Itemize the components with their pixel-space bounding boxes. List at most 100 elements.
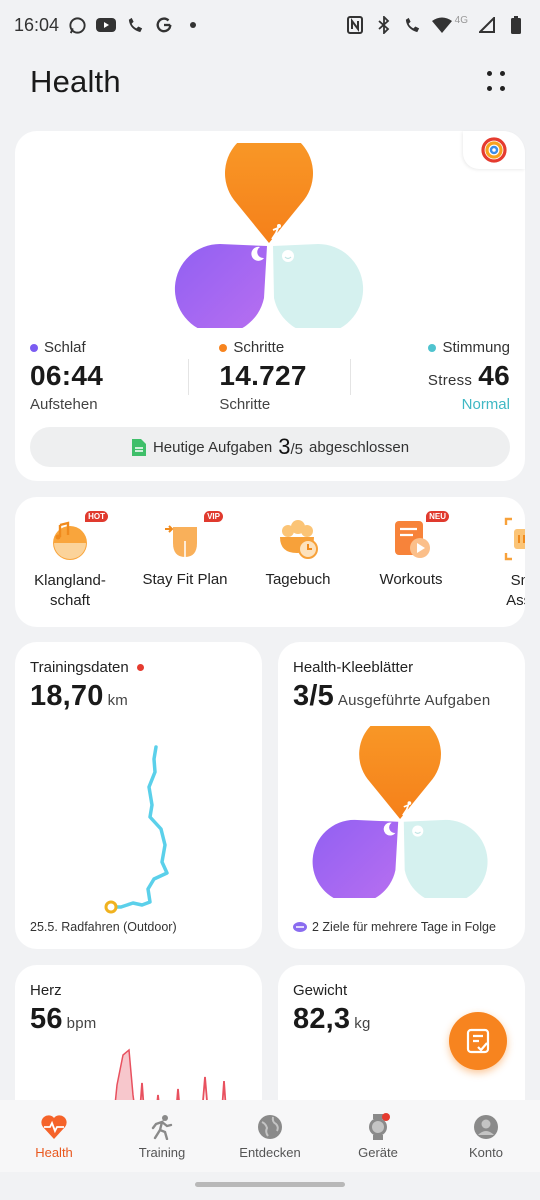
mood-sub: Normal [461,396,510,413]
service-label: Tagebuch [265,571,331,588]
health-clover-card[interactable]: Health-Kleeblätter 3/5 Ausgeführte Aufgab… [278,642,525,949]
smile-icon [282,250,294,262]
account-icon [472,1113,500,1141]
nav-account[interactable]: Konto [432,1100,540,1172]
nav-devices[interactable]: Geräte [324,1100,432,1172]
service-stay-fit[interactable]: VIP Stay Fit Plan [130,511,240,588]
google-icon [154,15,174,35]
wifi-call-icon [125,15,145,35]
home-indicator[interactable] [195,1182,345,1187]
battery-icon [506,15,526,35]
training-card[interactable]: Trainingsdaten 18,70 km 25.5. Radfahren (… [15,642,262,949]
nav-health[interactable]: Health [0,1100,108,1172]
stat-divider [350,359,351,395]
clover-unit: Ausgeführte Aufgaben [337,692,491,709]
mood-dot [428,343,437,352]
nav-label: Konto [469,1144,503,1160]
more-menu-icon[interactable] [482,68,510,96]
tasks-done: 3 [278,434,291,459]
training-unit: km [107,692,128,709]
sleep-stat[interactable]: Schlaf 06:44 Aufstehen [30,339,175,413]
nav-label: Geräte [358,1144,398,1160]
status-time: 16:04 [14,14,60,35]
weight-unit: kg [354,1015,371,1032]
service-snap-assistant[interactable]: Sna Assis [469,515,525,611]
tasks-suffix: abgeschlossen [308,438,410,456]
steps-label: Schritte [233,339,285,356]
steps-dot [219,343,228,352]
clover-title: Health-Kleeblätter [293,659,414,676]
services-card: HOT Klangland- schaft VIP Stay Fit Plan … [15,497,525,627]
sleep-dot [30,343,38,352]
app-header: Health [0,50,540,114]
edit-list-icon [466,1028,490,1054]
runner-icon [148,1113,176,1141]
steps-stat[interactable]: Schritte 14.727 Schritte [175,339,364,413]
service-label: Stay Fit Plan [142,571,228,588]
nav-label: Health [35,1144,73,1160]
goals-icon [293,922,307,932]
health-summary-card[interactable]: Schlaf 06:44 Aufstehen Schritte 14.727 S… [15,131,525,481]
stat-divider [188,359,189,395]
tasks-total: /5 [290,441,303,458]
stress-prefix: Stress [427,372,473,389]
status-bar: 16:04 4G [0,0,540,50]
nav-label: Training [138,1144,186,1160]
health-clover[interactable] [170,143,370,328]
document-icon [131,438,146,456]
training-value: 18,70 [30,680,104,712]
sleep-value: 06:44 [30,360,104,391]
bluetooth-icon [374,15,394,35]
sleep-sub: Aufstehen [30,396,98,413]
network-label: 4G [454,14,468,26]
wifi-call-icon [403,15,423,35]
training-title: Trainingsdaten [30,659,129,676]
service-diary[interactable]: Tagebuch [243,515,353,588]
heart-icon [40,1113,68,1141]
service-label: Workouts [379,571,443,588]
youtube-icon [96,15,117,35]
bottom-nav: Health Training Entdecken Geräte Konto [0,1100,540,1172]
sleep-label: Schlaf [44,339,86,356]
diary-icon [274,515,322,563]
edit-cards-button[interactable] [449,1012,507,1070]
nav-label: Entdecken [239,1144,301,1160]
soundscape-icon: HOT [46,511,108,563]
heart-value: 56 [30,1003,63,1035]
service-soundscape[interactable]: HOT Klangland- schaft [15,511,125,611]
service-workouts[interactable]: NEU Workouts [356,511,466,588]
steps-value: 14.727 [219,360,307,391]
activity-rings-icon[interactable] [463,131,525,169]
stress-value: 46 [478,360,510,391]
steps-sub: Schritte [219,396,271,413]
stay-fit-icon: VIP [161,511,223,563]
training-footer: 25.5. Radfahren (Outdoor) [30,920,177,934]
nav-discover[interactable]: Entdecken [216,1100,324,1172]
new-data-dot [136,664,144,671]
nfc-icon [345,15,365,35]
daily-tasks-bar[interactable]: Heutige Aufgaben 3/5 abgeschlossen [30,427,510,467]
page-title: Health [30,64,121,99]
clover-graphic [312,726,488,898]
nav-training[interactable]: Training [108,1100,216,1172]
mood-label: Stimmung [442,339,510,356]
watch-icon [364,1112,392,1141]
globe-icon [256,1113,284,1141]
weight-value: 82,3 [293,1003,351,1035]
whatsapp-icon [67,15,87,35]
wifi-icon [431,15,452,35]
tasks-label: Heutige Aufgaben [152,438,273,456]
workouts-icon: NEU [387,511,449,563]
new-tag: NEU [426,511,449,522]
heart-unit: bpm [66,1015,97,1032]
dot-icon [183,15,203,35]
service-label: Klangland- schaft [34,572,106,609]
mood-stat[interactable]: Stimmung Stress 46 Normal [365,339,510,413]
vip-tag: VIP [204,511,223,522]
snap-assistant-icon [500,515,525,563]
hot-tag: HOT [85,511,108,522]
clover-value: 3/5 [293,680,334,712]
route-map [104,745,169,914]
signal-icon [477,15,497,35]
weight-title: Gewicht [293,982,348,999]
